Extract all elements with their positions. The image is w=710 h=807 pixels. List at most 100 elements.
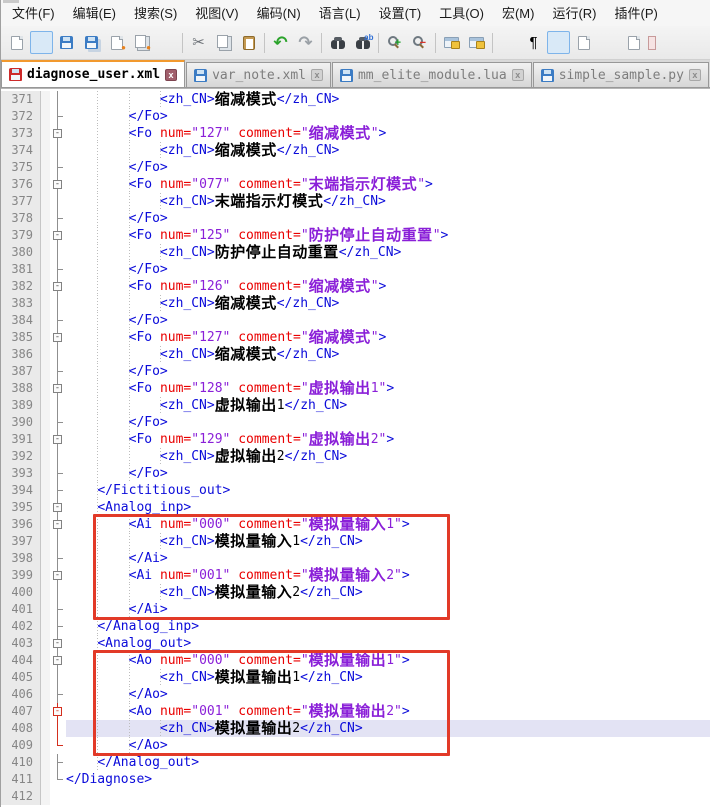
code-text[interactable]: </Diagnose>	[66, 771, 710, 788]
code-text[interactable]: <zh_CN>虚拟输出2</zh_CN>	[66, 448, 710, 465]
code-text[interactable]: <zh_CN>缩减模式</zh_CN>	[66, 346, 710, 363]
zoom-in-icon[interactable]	[383, 31, 406, 54]
code-text[interactable]: </Fictitious_out>	[66, 482, 710, 499]
code-text[interactable]: </Analog_inp>	[66, 618, 710, 635]
code-line-401[interactable]: 401 </Ai>	[1, 601, 710, 618]
code-line-400[interactable]: 400 <zh_CN>模拟量输入2</zh_CN>	[1, 584, 710, 601]
code-text[interactable]	[66, 788, 710, 805]
code-text[interactable]: <Ai num="000" comment="模拟量输入1">	[66, 516, 710, 533]
code-text[interactable]: <zh_CN>虚拟输出1</zh_CN>	[66, 397, 710, 414]
document-map-icon[interactable]	[597, 31, 620, 54]
code-line-374[interactable]: 374 <zh_CN>缩减模式</zh_CN>	[1, 142, 710, 159]
code-text[interactable]: <zh_CN>模拟量输入2</zh_CN>	[66, 584, 710, 601]
code-text[interactable]: <Fo num="127" comment="缩减模式">	[66, 125, 710, 142]
sync-vertical-icon[interactable]	[440, 31, 463, 54]
code-text[interactable]: <Fo num="125" comment="防护停止自动重置">	[66, 227, 710, 244]
tab-mm-elite-module-lua[interactable]: mm_elite_module.luax	[332, 62, 532, 87]
code-line-398[interactable]: 398 </Ai>	[1, 550, 710, 567]
code-line-393[interactable]: 393 </Fo>	[1, 465, 710, 482]
menu-item-encoding[interactable]: 编码(N)	[248, 1, 310, 24]
code-text[interactable]: <zh_CN>模拟量输出1</zh_CN>	[66, 669, 710, 686]
menu-item-language[interactable]: 语言(L)	[310, 1, 370, 24]
code-text[interactable]: </Ao>	[66, 686, 710, 703]
replace-icon[interactable]	[351, 31, 374, 54]
menu-item-view[interactable]: 视图(V)	[186, 1, 247, 24]
code-text[interactable]: <Fo num="128" comment="虚拟输出1">	[66, 380, 710, 397]
menu-item-file[interactable]: 文件(F)	[3, 1, 64, 24]
code-line-408[interactable]: 408 <zh_CN>模拟量输出2</zh_CN>	[1, 720, 710, 737]
tab-simple-sample-py[interactable]: simple_sample.pyx	[533, 62, 709, 87]
code-line-396[interactable]: 396- <Ai num="000" comment="模拟量输入1">	[1, 516, 710, 533]
tab-diagnose-user-xml[interactable]: diagnose_user.xmlx	[1, 60, 185, 87]
zoom-out-icon[interactable]	[408, 31, 431, 54]
code-text[interactable]: </Fo>	[66, 108, 710, 125]
show-all-characters-icon[interactable]: ¶	[522, 31, 545, 54]
tab-close-icon[interactable]: x	[689, 69, 701, 81]
code-text[interactable]: </Fo>	[66, 465, 710, 482]
redo-icon[interactable]: ↷	[294, 31, 317, 54]
menu-item-settings[interactable]: 设置(T)	[370, 1, 431, 24]
code-text[interactable]: </Ao>	[66, 737, 710, 754]
code-text[interactable]: </Fo>	[66, 261, 710, 278]
code-text[interactable]: </Analog_out>	[66, 754, 710, 771]
code-line-402[interactable]: 402 </Analog_inp>	[1, 618, 710, 635]
macro-record-icon[interactable]	[622, 31, 645, 54]
menu-item-edit[interactable]: 编辑(E)	[64, 1, 125, 24]
print-icon[interactable]	[155, 31, 178, 54]
code-line-395[interactable]: 395- <Analog_inp>	[1, 499, 710, 516]
code-line-407[interactable]: 407- <Ao num="001" comment="模拟量输出2">	[1, 703, 710, 720]
fold-collapse-icon[interactable]: -	[50, 431, 66, 448]
tab-close-icon[interactable]: x	[512, 69, 524, 81]
code-line-382[interactable]: 382- <Fo num="126" comment="缩减模式">	[1, 278, 710, 295]
code-line-406[interactable]: 406 </Ao>	[1, 686, 710, 703]
code-text[interactable]: <zh_CN>缩减模式</zh_CN>	[66, 91, 710, 108]
code-line-371[interactable]: 371 <zh_CN>缩减模式</zh_CN>	[1, 91, 710, 108]
code-line-375[interactable]: 375 </Fo>	[1, 159, 710, 176]
word-wrap-icon[interactable]	[497, 31, 520, 54]
fold-collapse-icon[interactable]: -	[50, 516, 66, 533]
code-line-378[interactable]: 378 </Fo>	[1, 210, 710, 227]
code-line-391[interactable]: 391- <Fo num="129" comment="虚拟输出2">	[1, 431, 710, 448]
save-all-icon[interactable]	[80, 31, 103, 54]
fold-collapse-icon[interactable]: -	[50, 278, 66, 295]
code-line-380[interactable]: 380 <zh_CN>防护停止自动重置</zh_CN>	[1, 244, 710, 261]
fold-collapse-icon[interactable]: -	[50, 380, 66, 397]
code-text[interactable]: <Fo num="127" comment="缩减模式">	[66, 329, 710, 346]
indent-guide-icon[interactable]	[547, 31, 570, 54]
code-line-394[interactable]: 394 </Fictitious_out>	[1, 482, 710, 499]
code-text[interactable]: <Ai num="001" comment="模拟量输入2">	[66, 567, 710, 584]
code-line-388[interactable]: 388- <Fo num="128" comment="虚拟输出1">	[1, 380, 710, 397]
code-text[interactable]: </Ai>	[66, 550, 710, 567]
code-text[interactable]: <Fo num="126" comment="缩减模式">	[66, 278, 710, 295]
fold-collapse-icon[interactable]: -	[50, 567, 66, 584]
fold-collapse-icon[interactable]: -	[50, 125, 66, 142]
tab-var-note-xml[interactable]: var_note.xmlx	[186, 62, 331, 87]
function-list-icon[interactable]	[572, 31, 595, 54]
code-line-392[interactable]: 392 <zh_CN>虚拟输出2</zh_CN>	[1, 448, 710, 465]
tab-close-icon[interactable]: x	[165, 69, 177, 81]
code-text[interactable]: <zh_CN>末端指示灯模式</zh_CN>	[66, 193, 710, 210]
code-line-372[interactable]: 372 </Fo>	[1, 108, 710, 125]
code-text[interactable]: </Fo>	[66, 210, 710, 227]
fold-collapse-icon[interactable]: -	[50, 227, 66, 244]
code-text[interactable]: <zh_CN>模拟量输入1</zh_CN>	[66, 533, 710, 550]
menu-item-tools[interactable]: 工具(O)	[430, 1, 493, 24]
code-text[interactable]: </Fo>	[66, 363, 710, 380]
code-line-399[interactable]: 399- <Ai num="001" comment="模拟量输入2">	[1, 567, 710, 584]
tab-close-icon[interactable]: x	[311, 69, 323, 81]
code-text[interactable]: <Analog_inp>	[66, 499, 710, 516]
code-text[interactable]: </Ai>	[66, 601, 710, 618]
new-file-icon[interactable]	[5, 31, 28, 54]
code-line-381[interactable]: 381 </Fo>	[1, 261, 710, 278]
code-line-389[interactable]: 389 <zh_CN>虚拟输出1</zh_CN>	[1, 397, 710, 414]
fold-collapse-icon[interactable]: -	[50, 703, 66, 720]
fold-collapse-icon[interactable]: -	[50, 176, 66, 193]
code-text[interactable]: </Fo>	[66, 414, 710, 431]
close-icon[interactable]	[105, 31, 128, 54]
code-line-387[interactable]: 387 </Fo>	[1, 363, 710, 380]
code-line-385[interactable]: 385- <Fo num="127" comment="缩减模式">	[1, 329, 710, 346]
copy-icon[interactable]	[212, 31, 235, 54]
code-line-409[interactable]: 409 </Ao>	[1, 737, 710, 754]
clipped-icon[interactable]	[647, 31, 657, 54]
code-line-376[interactable]: 376- <Fo num="077" comment="末端指示灯模式">	[1, 176, 710, 193]
